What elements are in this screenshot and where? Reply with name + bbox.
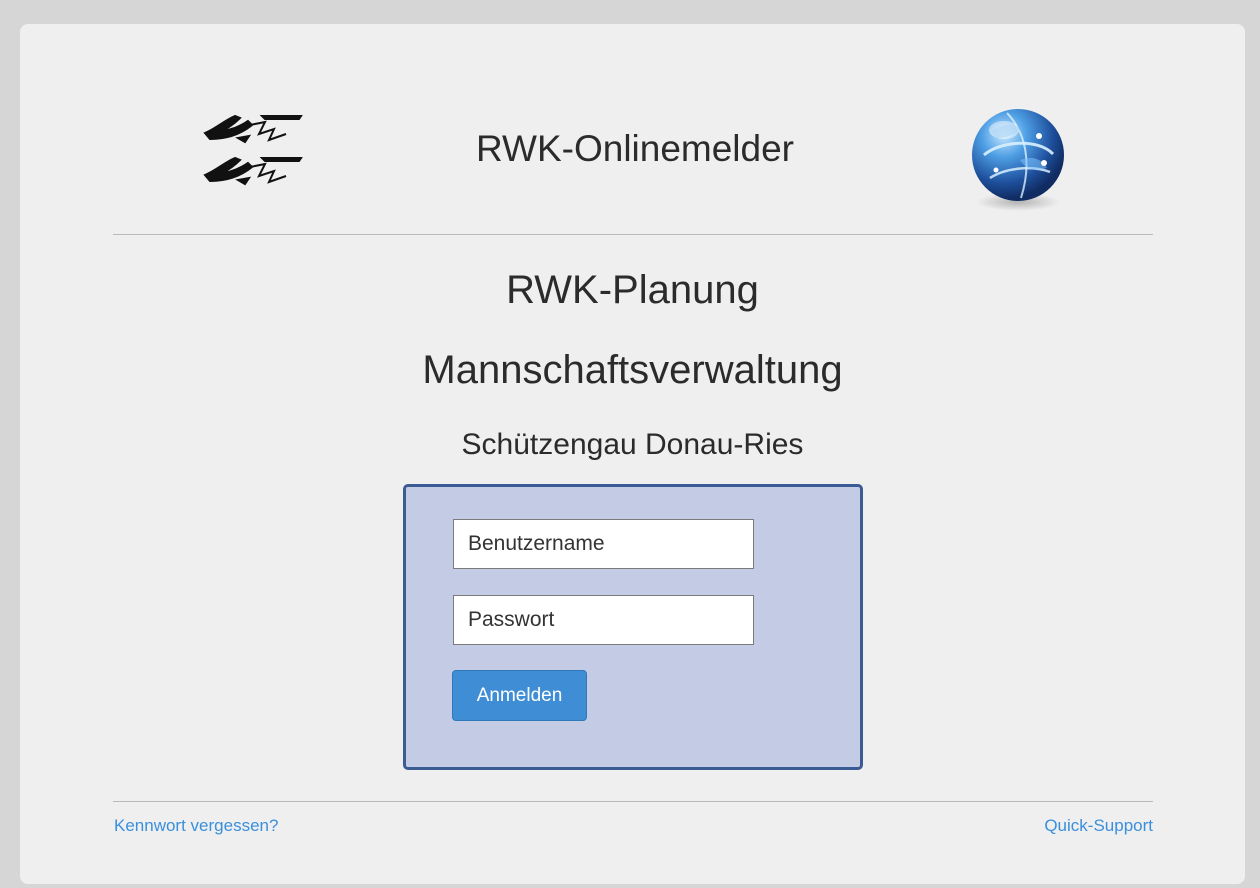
forgot-password-link[interactable]: Kennwort vergessen?: [114, 816, 278, 836]
page-subtitle: Mannschaftsverwaltung: [422, 348, 843, 392]
page-title: RWK-Planung: [506, 268, 759, 312]
quick-support-link[interactable]: Quick-Support: [1044, 816, 1153, 836]
header-divider: [113, 234, 1153, 235]
login-button[interactable]: Anmelden: [452, 670, 587, 721]
login-panel: RWK-Onlinemelder RWK-Planung Mannschafts…: [20, 24, 1245, 884]
footer-divider: [113, 801, 1153, 802]
globe-icon: [972, 109, 1064, 211]
page-header: RWK-Onlinemelder: [115, 24, 1155, 234]
region-name: Schützengau Donau-Ries: [461, 428, 804, 461]
password-input[interactable]: [453, 595, 754, 645]
username-input[interactable]: [453, 519, 754, 569]
login-form: Anmelden: [403, 484, 863, 770]
